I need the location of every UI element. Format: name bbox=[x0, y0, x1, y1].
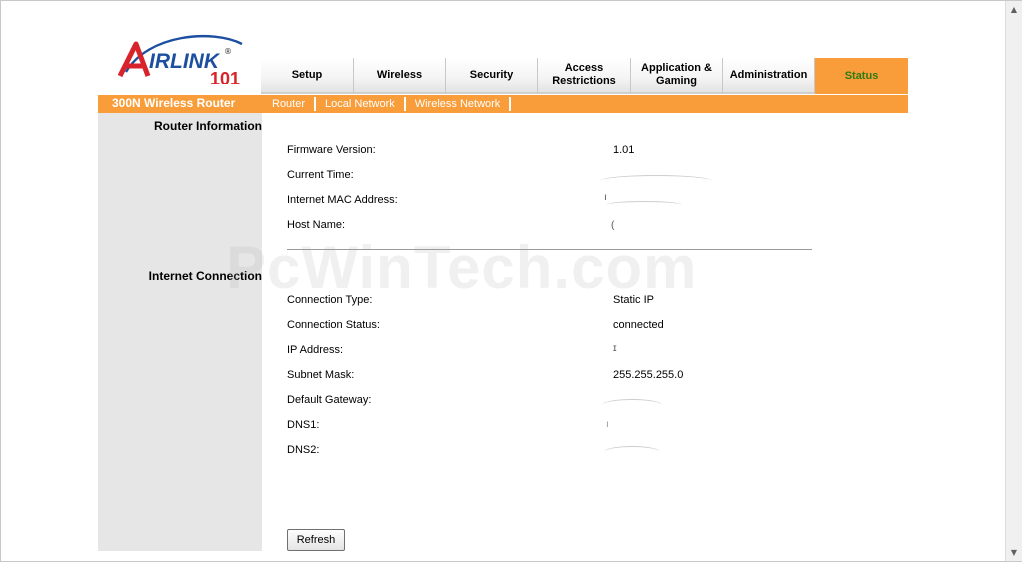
main-nav: Setup Wireless Security Access Restricti… bbox=[261, 58, 908, 94]
sub-navigation-bar: 300N Wireless Router Router Local Networ… bbox=[98, 95, 908, 113]
tab-status[interactable]: Status bbox=[815, 58, 908, 94]
firmware-version-value: 1.01 bbox=[613, 144, 635, 156]
ip-address-label: IP Address: bbox=[287, 344, 344, 356]
default-gateway-label: Default Gateway: bbox=[287, 394, 372, 406]
current-time-value-redacted bbox=[600, 175, 712, 181]
refresh-button[interactable]: Refresh bbox=[287, 529, 345, 551]
tab-wireless[interactable]: Wireless bbox=[354, 58, 446, 94]
dns1-value-redacted: ı bbox=[606, 419, 609, 430]
connection-status-label: Connection Status: bbox=[287, 319, 380, 331]
tab-administration[interactable]: Administration bbox=[723, 58, 815, 94]
subnet-mask-value: 255.255.255.0 bbox=[613, 369, 684, 381]
subnav-local-network[interactable]: Local Network bbox=[316, 97, 406, 111]
tab-application-gaming[interactable]: Application & Gaming bbox=[631, 58, 723, 94]
tab-access-restrictions[interactable]: Access Restrictions bbox=[538, 58, 631, 94]
host-name-label: Host Name: bbox=[287, 219, 346, 231]
airlink101-logo: IRLINK ® 101 bbox=[118, 34, 243, 84]
default-gateway-value-redacted bbox=[602, 399, 662, 405]
connection-type-value: Static IP bbox=[613, 294, 654, 306]
firmware-version-label: Firmware Version: bbox=[287, 144, 376, 156]
mac-address-label: Internet MAC Address: bbox=[287, 194, 398, 206]
scroll-down-arrow-icon[interactable]: ▼ bbox=[1006, 544, 1022, 561]
dns1-label: DNS1: bbox=[287, 419, 320, 431]
router-information-heading: Router Information bbox=[154, 119, 262, 133]
mac-address-value-redacted: ı bbox=[604, 192, 607, 203]
scroll-up-arrow-icon[interactable]: ▲ bbox=[1006, 1, 1022, 18]
subnav-wireless-network[interactable]: Wireless Network bbox=[406, 97, 512, 111]
status-subnav: Router Local Network Wireless Network bbox=[263, 95, 512, 113]
svg-text:®: ® bbox=[224, 47, 232, 56]
connection-type-label: Connection Type: bbox=[287, 294, 373, 306]
tab-setup[interactable]: Setup bbox=[261, 58, 354, 94]
svg-text:101: 101 bbox=[210, 69, 240, 84]
ip-address-value-redacted: ɪ bbox=[613, 343, 617, 354]
tab-security[interactable]: Security bbox=[446, 58, 538, 94]
connection-status-value: connected bbox=[613, 319, 664, 331]
subnav-router[interactable]: Router bbox=[263, 97, 317, 111]
dns2-value-redacted bbox=[604, 446, 660, 452]
host-name-value-redacted: ( bbox=[611, 220, 615, 231]
vertical-scrollbar[interactable]: ▲ ▼ bbox=[1005, 1, 1022, 561]
section-sidebar: Router Information Internet Connection bbox=[98, 113, 262, 551]
internet-connection-heading: Internet Connection bbox=[148, 269, 262, 283]
mac-address-blur bbox=[606, 201, 682, 205]
current-time-label: Current Time: bbox=[287, 169, 354, 181]
subnet-mask-label: Subnet Mask: bbox=[287, 369, 355, 381]
section-divider bbox=[287, 249, 812, 250]
dns2-label: DNS2: bbox=[287, 444, 320, 456]
product-title: 300N Wireless Router bbox=[112, 96, 236, 110]
